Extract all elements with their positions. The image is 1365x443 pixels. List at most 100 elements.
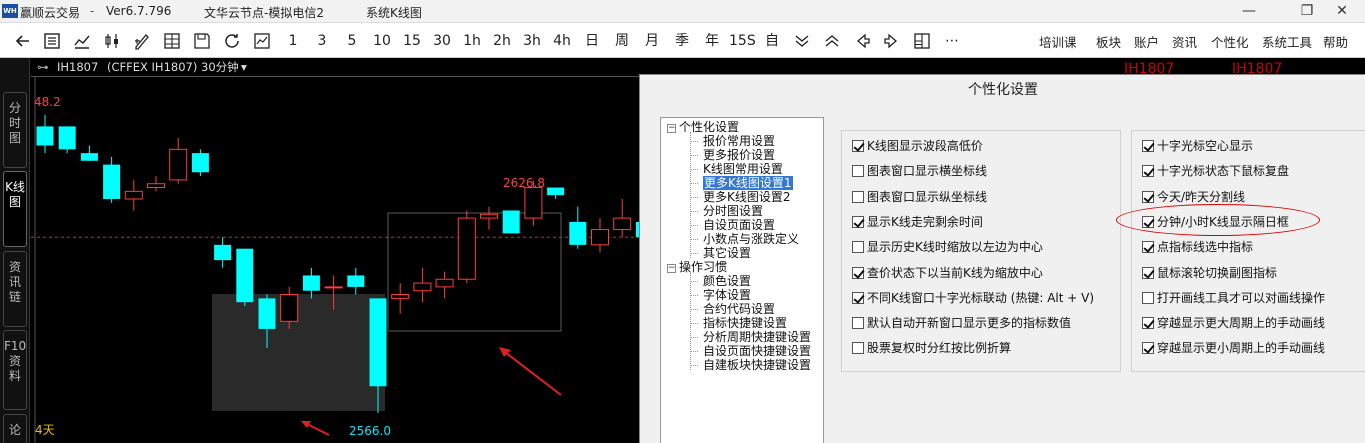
period-5[interactable]: 5 (341, 30, 363, 52)
chevron-down-double-icon[interactable] (791, 30, 813, 52)
period-3[interactable]: 3 (311, 30, 333, 52)
checkbox-checked[interactable] (1142, 190, 1154, 203)
checkbox-unchecked[interactable] (852, 165, 864, 178)
candle-down[interactable] (258, 298, 276, 329)
period-15s[interactable]: 15S (729, 30, 756, 52)
chevron-up-double-icon[interactable] (821, 30, 843, 52)
candle-up[interactable] (391, 294, 410, 299)
candle-down[interactable] (369, 298, 387, 387)
setting-option[interactable]: 不同K线窗口十字光标联动 (热键: Alt + V) (852, 291, 1094, 307)
setting-option[interactable]: 鼠标滚轮切换副图指标 (1142, 266, 1277, 282)
tree-group[interactable]: − 操作习惯 (667, 260, 727, 274)
save-icon[interactable] (191, 30, 213, 52)
period-custom[interactable]: 自 (761, 30, 783, 52)
setting-option[interactable]: 显示K线走完剩余时间 (852, 215, 983, 231)
window-chart-icon[interactable] (251, 30, 273, 52)
tab-news-chain[interactable]: 资讯链 (3, 251, 27, 327)
period-3h[interactable]: 3h (521, 30, 543, 52)
checkbox-unchecked[interactable] (852, 342, 864, 355)
checkbox-checked[interactable] (852, 291, 864, 304)
setting-option[interactable]: 十字光标空心显示 (1142, 139, 1253, 155)
tree-item[interactable]: 更多K线图设置2 (703, 190, 791, 204)
setting-option[interactable]: 显示历史K线时缩放以左边为中心 (852, 240, 1043, 256)
checkbox-checked[interactable] (1142, 317, 1154, 330)
checkbox-unchecked[interactable] (852, 241, 864, 254)
candle-down[interactable] (569, 221, 587, 245)
candle-icon[interactable] (101, 30, 123, 52)
candle-up[interactable] (613, 217, 632, 231)
close-button[interactable]: ✕ (1319, 0, 1365, 23)
menu-system-tools[interactable]: 系统工具 (1262, 32, 1312, 51)
candle-down[interactable] (103, 164, 121, 199)
setting-option[interactable]: 点指标线选中指标 (1142, 240, 1253, 256)
setting-option[interactable]: 十字光标状态下鼠标复盘 (1142, 164, 1289, 180)
checkbox-checked[interactable] (1142, 140, 1154, 152)
candle-up[interactable] (457, 217, 476, 280)
candle-up[interactable] (591, 229, 609, 246)
candle-down[interactable] (347, 275, 365, 287)
candle-up[interactable] (324, 286, 343, 289)
checkbox-checked[interactable] (1142, 342, 1154, 355)
candle-up[interactable] (413, 282, 432, 292)
collapse-icon[interactable]: − (667, 124, 676, 133)
tree-item[interactable]: 分时图设置 (703, 204, 763, 218)
chevron-down-icon[interactable]: ▾ (241, 58, 247, 77)
candle-down[interactable] (502, 210, 520, 234)
setting-option[interactable]: 默认自动开新窗口显示更多的指标数值 (852, 316, 1071, 332)
menu-help[interactable]: 帮助 (1323, 32, 1348, 51)
tab-forum[interactable]: 论 (3, 414, 27, 443)
arrow-right-icon[interactable] (881, 30, 903, 52)
tree-item[interactable]: K线图常用设置 (703, 162, 783, 176)
period-quarter[interactable]: 季 (671, 30, 693, 52)
tab-f10[interactable]: F10资料 (3, 330, 27, 410)
candle-up[interactable] (435, 278, 454, 288)
period-week[interactable]: 周 (611, 30, 633, 52)
candle-down[interactable] (80, 153, 98, 161)
period-1h[interactable]: 1h (461, 30, 483, 52)
checkbox-checked[interactable] (852, 215, 864, 228)
setting-option[interactable]: K线图显示波段高低价 (852, 139, 983, 155)
collapse-icon[interactable]: − (667, 264, 676, 273)
refresh-icon[interactable] (221, 30, 243, 52)
tab-intraday[interactable]: 分时图 (3, 92, 27, 168)
candle-up[interactable] (124, 190, 143, 200)
checkbox-checked[interactable] (1142, 266, 1154, 279)
candle-down[interactable] (214, 244, 232, 261)
candle-up[interactable] (280, 294, 299, 322)
arrow-left-icon[interactable] (851, 30, 873, 52)
candle-down[interactable] (236, 248, 254, 303)
candle-up[interactable] (524, 187, 543, 219)
line-chart-icon[interactable] (71, 30, 93, 52)
candle-up[interactable] (169, 148, 188, 181)
candle-up[interactable] (147, 183, 165, 189)
tab-kline[interactable]: K线图 (3, 171, 27, 247)
period-2h[interactable]: 2h (491, 30, 513, 52)
checkbox-checked[interactable] (852, 266, 864, 279)
period-year[interactable]: 年 (701, 30, 723, 52)
candle-down[interactable] (58, 126, 76, 150)
tree-item[interactable]: 其它设置 (703, 246, 751, 260)
tree-item[interactable]: 自设页面快捷键设置 (703, 344, 811, 358)
candle-up[interactable] (480, 213, 498, 219)
tree-item[interactable]: 自建板块快捷键设置 (703, 358, 811, 372)
checkbox-unchecked[interactable] (852, 190, 864, 203)
kline-chart[interactable]: 48.2 2626.8 2566.0 4天 (31, 77, 639, 443)
period-1[interactable]: 1 (282, 30, 304, 52)
tree-item[interactable]: 指标快捷键设置 (703, 316, 787, 330)
candle-down[interactable] (302, 275, 320, 291)
draw-icon[interactable] (131, 30, 153, 52)
checkbox-checked[interactable] (1142, 241, 1154, 254)
back-icon[interactable] (12, 30, 34, 52)
tree-item[interactable]: 自设页面设置 (703, 218, 775, 232)
menu-account[interactable]: 账户 (1134, 32, 1159, 51)
more-icon[interactable]: ⋯ (941, 30, 963, 52)
tree-item[interactable]: 更多报价设置 (703, 148, 775, 162)
tree-item[interactable]: 更多K线图设置1 (703, 176, 793, 190)
menu-training[interactable]: 培训课 (1039, 32, 1077, 51)
tree-group[interactable]: − 个性化设置 (667, 120, 739, 134)
setting-option[interactable]: 打开画线工具才可以对画线操作 (1142, 291, 1325, 307)
period-day[interactable]: 日 (581, 30, 603, 52)
checkbox-checked[interactable] (852, 140, 864, 152)
setting-option[interactable]: 穿越显示更小周期上的手动画线 (1142, 341, 1325, 357)
period-15[interactable]: 15 (401, 30, 423, 52)
